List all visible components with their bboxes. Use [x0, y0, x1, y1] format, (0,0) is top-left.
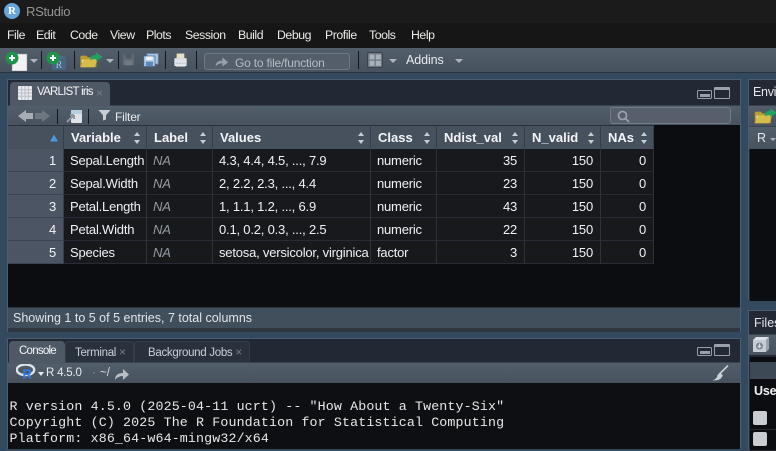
svg-text:R: R	[23, 367, 33, 380]
